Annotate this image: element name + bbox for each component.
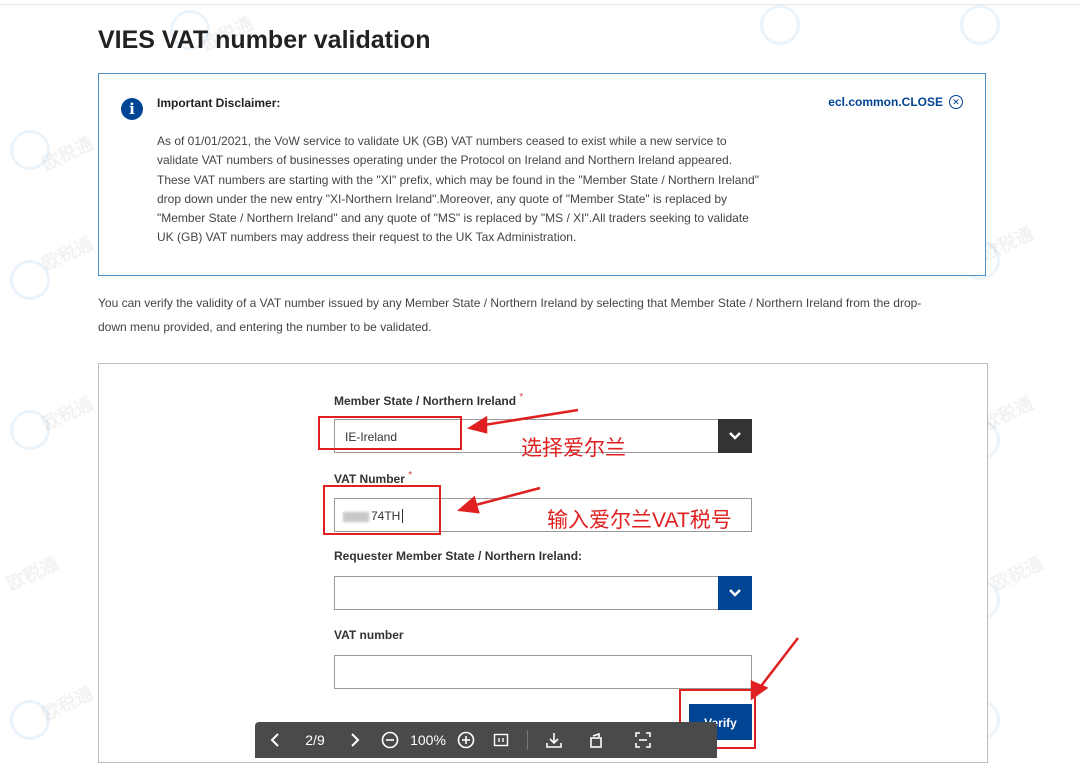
fit-page-icon[interactable] (481, 722, 521, 758)
zoom-out-icon[interactable] (375, 722, 405, 758)
download-icon[interactable] (534, 722, 574, 758)
fullscreen-icon[interactable] (620, 722, 666, 758)
arrow-line (477, 408, 579, 428)
page-indicator: 2/9 (305, 732, 325, 748)
toolbar-divider (527, 730, 528, 750)
rotate-icon[interactable] (574, 722, 620, 758)
prev-page-icon[interactable] (255, 722, 295, 758)
arrow-line (467, 486, 541, 509)
arrowhead (750, 680, 769, 701)
zoom-in-icon[interactable] (451, 722, 481, 758)
arrow-line (757, 637, 799, 691)
annotation-arrows (457, 408, 799, 701)
next-page-icon[interactable] (335, 722, 375, 758)
viewer-toolbar: 2/9 100% (255, 722, 717, 758)
zoom-level: 100% (410, 732, 446, 748)
arrowhead (466, 415, 488, 434)
arrowhead (457, 495, 480, 514)
